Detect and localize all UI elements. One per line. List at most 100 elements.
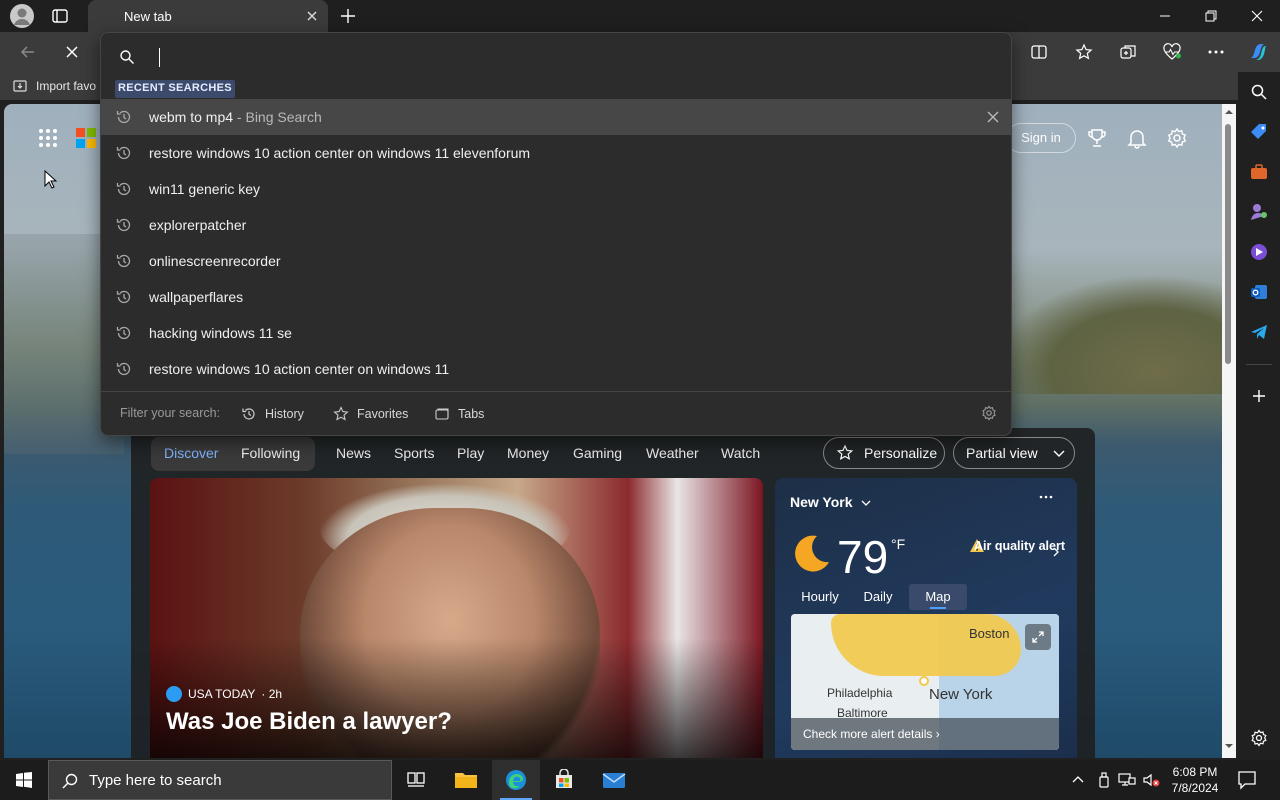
system-clock[interactable]: 6:08 PM 7/8/2024 [1162, 764, 1228, 796]
expand-map-icon[interactable] [1025, 624, 1051, 650]
sign-in-button[interactable]: Sign in [1006, 123, 1076, 153]
suggestion-item[interactable]: restore windows 10 action center on wind… [101, 351, 1011, 387]
favorites-label: Favorites [357, 407, 409, 421]
suggestion-source: - Bing Search [233, 109, 322, 125]
suggestion-item[interactable]: wallpaperflares [101, 279, 1011, 315]
close-window-button[interactable] [1234, 0, 1280, 32]
star-icon [333, 406, 349, 422]
history-clock-icon [115, 108, 133, 126]
tab-news[interactable]: News [336, 445, 371, 461]
personalize-icon [836, 444, 854, 462]
rewards-icon[interactable] [1086, 127, 1108, 149]
page-scrollbar[interactable] [1222, 104, 1236, 758]
partial-view-dropdown[interactable]: Partial view [953, 437, 1075, 469]
collections-icon[interactable] [1114, 38, 1142, 66]
scrollbar-thumb[interactable] [1225, 124, 1231, 364]
network-icon[interactable] [1118, 772, 1136, 788]
suggestion-item[interactable]: onlinescreenrecorder [101, 243, 1011, 279]
history-clock-icon [115, 216, 133, 234]
suggestion-item[interactable]: win11 generic key [101, 171, 1011, 207]
import-favorites-link[interactable]: Import favo [36, 79, 96, 93]
scroll-down-icon[interactable] [1225, 742, 1233, 750]
title-bar: New tab [0, 0, 1280, 32]
favorites-star-icon[interactable] [1070, 38, 1098, 66]
notifications-bell-icon[interactable] [1126, 127, 1148, 149]
microsoft-logo-icon [76, 128, 96, 148]
shopping-tag-icon[interactable] [1247, 120, 1271, 144]
weather-city: New York [790, 494, 853, 510]
weather-location-dropdown[interactable]: New York [790, 494, 872, 510]
recent-searches-heading: RECENT SEARCHES [115, 80, 235, 98]
check-alert-details-link[interactable]: Check more alert details › [791, 718, 1059, 750]
tools-briefcase-icon[interactable] [1247, 160, 1271, 184]
tab-discover[interactable]: Discover [164, 445, 218, 461]
tab-daily[interactable]: Daily [849, 584, 907, 610]
weather-more-icon[interactable] [1037, 494, 1055, 504]
restore-button[interactable] [1188, 0, 1234, 32]
volume-muted-icon[interactable] [1142, 772, 1160, 788]
story-headline[interactable]: Was Joe Biden a lawyer? [166, 708, 452, 736]
suggestion-item[interactable]: restore windows 10 action center on wind… [101, 135, 1011, 171]
suggestion-item[interactable]: explorerpatcher [101, 207, 1011, 243]
tab-new-tab[interactable]: New tab [88, 0, 328, 32]
file-explorer-icon[interactable] [442, 760, 490, 800]
search-settings-gear-icon[interactable] [981, 405, 997, 421]
back-button[interactable] [14, 38, 42, 66]
browser-essentials-icon[interactable] [1158, 38, 1186, 66]
more-options-icon[interactable] [1202, 38, 1230, 66]
close-tab-icon[interactable] [304, 8, 320, 24]
map-label-philadelphia: Philadelphia [827, 686, 893, 700]
filter-tabs-button[interactable]: Tabs [434, 404, 484, 424]
tab-gaming[interactable]: Gaming [573, 445, 622, 461]
copilot-icon[interactable] [1244, 38, 1272, 66]
filter-history-button[interactable]: History [241, 404, 304, 424]
edge-taskbar-icon[interactable] [492, 760, 540, 800]
address-input[interactable] [111, 39, 1001, 75]
filter-favorites-button[interactable]: Favorites [333, 404, 408, 424]
usa-today-logo-icon [166, 686, 182, 702]
suggestion-item[interactable]: hacking windows 11 se [101, 315, 1011, 351]
send-telegram-icon[interactable] [1247, 320, 1271, 344]
tab-following[interactable]: Following [241, 445, 300, 461]
new-tab-icon[interactable] [338, 6, 358, 26]
tab-actions-icon[interactable] [50, 6, 70, 26]
start-button[interactable] [0, 760, 48, 800]
stop-loading-button[interactable] [58, 38, 86, 66]
mail-icon[interactable] [590, 760, 638, 800]
clock-date: 7/8/2024 [1171, 781, 1219, 795]
notification-center-icon[interactable] [1236, 770, 1258, 790]
outlook-icon[interactable] [1247, 280, 1271, 304]
tab-play[interactable]: Play [457, 445, 484, 461]
page-settings-gear-icon[interactable] [1166, 127, 1188, 149]
personalize-button[interactable]: Personalize [823, 437, 945, 469]
tab-money[interactable]: Money [507, 445, 549, 461]
split-screen-icon[interactable] [1025, 38, 1053, 66]
suggestion-item[interactable]: webm to mp4 - Bing Search [101, 99, 1011, 135]
app-launcher-icon[interactable] [38, 128, 58, 148]
profile-avatar[interactable] [10, 4, 34, 28]
microsoft-store-icon[interactable] [540, 760, 588, 800]
tab-weather[interactable]: Weather [646, 445, 699, 461]
sidebar-search-icon[interactable] [1247, 80, 1271, 104]
sidebar-settings-icon[interactable] [1247, 726, 1271, 750]
taskbar-search-box[interactable]: Type here to search [48, 760, 392, 800]
scroll-up-icon[interactable] [1225, 108, 1233, 116]
usb-drive-icon[interactable] [1096, 772, 1112, 788]
task-view-icon[interactable] [392, 760, 440, 800]
weather-map[interactable]: Boston Philadelphia Baltimore New York C… [791, 614, 1059, 750]
news-feed: Discover Following News Sports Play Mone… [131, 428, 1095, 758]
history-clock-icon [115, 144, 133, 162]
location-pin-icon [919, 676, 929, 686]
hero-story-card[interactable]: USA TODAY · 2h Was Joe Biden a lawyer? [150, 478, 763, 758]
games-icon[interactable] [1247, 200, 1271, 224]
chevron-up-icon[interactable] [1070, 772, 1086, 788]
add-sidebar-app-icon[interactable] [1247, 384, 1271, 408]
tab-sports[interactable]: Sports [394, 445, 434, 461]
suggestion-text: onlinescreenrecorder [149, 253, 281, 269]
tab-hourly[interactable]: Hourly [791, 584, 849, 610]
tab-watch[interactable]: Watch [721, 445, 760, 461]
minimize-button[interactable] [1142, 0, 1188, 32]
copilot-sidebar-icon[interactable] [1247, 240, 1271, 264]
remove-suggestion-icon[interactable] [985, 109, 1001, 125]
import-favorites-icon[interactable] [12, 78, 28, 94]
